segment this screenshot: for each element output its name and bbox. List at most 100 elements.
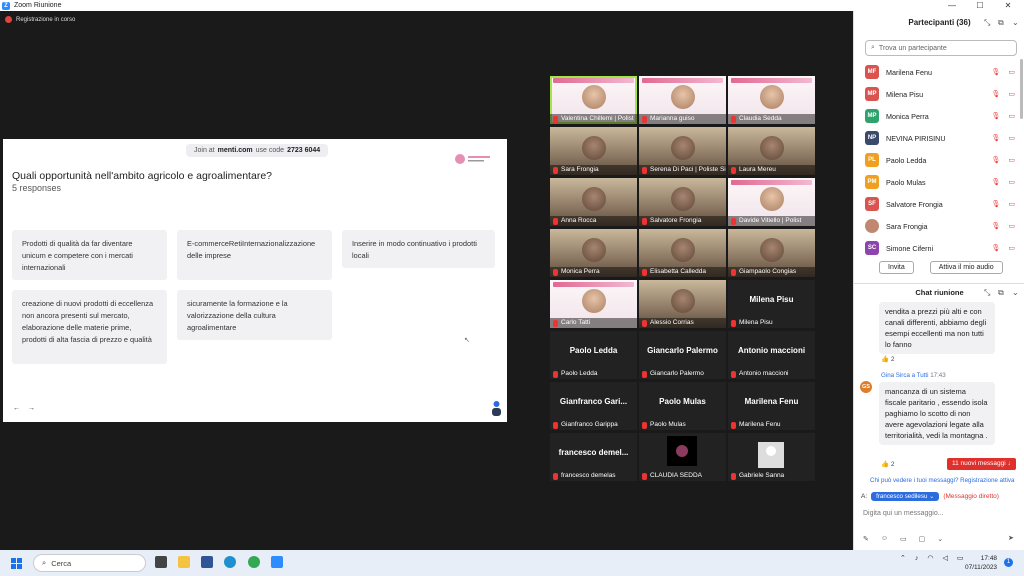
video-tile[interactable]: Carlo Tatti	[550, 280, 637, 328]
video-tile[interactable]: Antonio maccioni Antonio maccioni	[728, 331, 815, 379]
chrome-icon[interactable]	[248, 556, 260, 568]
tile-display-name: Marilena Fenu	[744, 397, 799, 406]
video-off-icon[interactable]: ▭	[1008, 156, 1015, 164]
participant-row[interactable]: PL Paolo Ledda 🎙︎ ▭	[865, 149, 1015, 171]
recording-indicator[interactable]: Registrazione in corso	[5, 16, 75, 23]
taskbar-search[interactable]: ⌕ Cerca	[33, 554, 146, 572]
participants-title: Partecipanti (36)	[908, 18, 971, 27]
video-tile[interactable]: Marianna guiso	[639, 76, 726, 124]
battery-icon[interactable]: ▭	[957, 554, 964, 562]
invite-button[interactable]: Invita	[879, 261, 914, 274]
video-tile[interactable]: CLAUDIA SEDDA	[639, 433, 726, 481]
video-tile[interactable]: Marilena Fenu Marilena Fenu	[728, 382, 815, 430]
new-messages-button[interactable]: 11 nuovi messaggi ↓	[947, 458, 1016, 470]
notification-badge[interactable]: 1	[1004, 558, 1013, 567]
participant-row[interactable]: MF Marilena Fenu 🎙︎ ▭	[865, 61, 1015, 83]
message-sender[interactable]: Gina Sirca a Tutti	[881, 372, 928, 379]
minimize-button[interactable]: —	[938, 0, 966, 11]
mic-off-icon[interactable]: 🎙︎	[991, 156, 1000, 164]
chat-visibility-info[interactable]: Chi può vedere i tuoi messaggi? Registra…	[870, 477, 1014, 484]
mic-off-icon[interactable]: 🎙︎	[991, 222, 1000, 230]
video-tile[interactable]: francesco demel... francesco demelas	[550, 433, 637, 481]
video-tile[interactable]: Gianfranco Gari... Gianfranco Garippa	[550, 382, 637, 430]
participant-row[interactable]: MP Milena Pisu 🎙︎ ▭	[865, 83, 1015, 105]
close-button[interactable]: ✕	[994, 0, 1022, 11]
video-tile[interactable]: Elisabetta Calledda	[639, 229, 726, 277]
video-tile[interactable]: Sara Frongia	[550, 127, 637, 175]
mic-off-icon[interactable]: 🎙︎	[991, 134, 1000, 142]
video-off-icon[interactable]: ▭	[1008, 134, 1015, 142]
video-off-icon[interactable]: ▭	[1008, 200, 1015, 208]
video-tile[interactable]: Milena Pisu Milena Pisu	[728, 280, 815, 328]
video-off-icon[interactable]: ▭	[1008, 90, 1015, 98]
video-tile[interactable]: Giampaolo Congias	[728, 229, 815, 277]
video-tile[interactable]: Laura Mereu	[728, 127, 815, 175]
chat-input[interactable]: Digita qui un messaggio...	[863, 510, 944, 517]
participant-row[interactable]: SF Salvatore Frongia 🎙︎ ▭	[865, 193, 1015, 215]
mic-off-icon[interactable]: 🎙︎	[991, 200, 1000, 208]
format-icon[interactable]: ✎	[863, 535, 869, 543]
windows-start-icon[interactable]	[11, 558, 22, 569]
unmute-button[interactable]: Attiva il mio audio	[929, 261, 1003, 274]
participant-scrollbar[interactable]	[1020, 59, 1023, 119]
store-icon[interactable]	[201, 556, 213, 568]
video-tile[interactable]: Gabriele Sanna	[728, 433, 815, 481]
task-view-icon[interactable]	[155, 556, 167, 568]
more-icon[interactable]: ⌄	[1012, 11, 1019, 35]
popout-icon[interactable]: ⧉	[998, 284, 1004, 302]
mic-off-icon[interactable]: 🎙︎	[991, 244, 1000, 252]
file-explorer-icon[interactable]	[178, 556, 190, 568]
video-off-icon[interactable]: ▭	[1008, 112, 1015, 120]
video-off-icon[interactable]: ▭	[1008, 244, 1015, 252]
prev-slide-button[interactable]: ←	[13, 405, 20, 412]
participant-search-input[interactable]: ⌕ Trova un partecipante	[865, 40, 1017, 56]
video-tile[interactable]: Alessio Corrias	[639, 280, 726, 328]
video-tile[interactable]: Serena Di Paci | Poliste Si	[639, 127, 726, 175]
tile-name-label: Valentina Chillemi | Polist	[550, 114, 637, 124]
collapse-icon[interactable]: ⤡	[984, 11, 990, 35]
video-tile[interactable]: Davide Vitiello | Polist	[728, 178, 815, 226]
recipient-dropdown[interactable]: francesco sedilesu ⌄	[871, 492, 940, 501]
participant-row[interactable]: NP NEVINA PIRISINU 🎙︎ ▭	[865, 127, 1015, 149]
mic-off-icon[interactable]: 🎙︎	[991, 68, 1000, 76]
video-off-icon[interactable]: ▭	[1008, 68, 1015, 76]
send-icon[interactable]: ➤	[1008, 534, 1014, 542]
maximize-button[interactable]: ☐	[966, 0, 994, 11]
taskbar-clock[interactable]: 17:48 07/11/2023	[965, 554, 997, 572]
collapse-icon[interactable]: ⤡	[984, 284, 990, 302]
reaction-badge[interactable]: 👍 2	[881, 460, 895, 468]
video-tile[interactable]: Paolo Ledda Paolo Ledda	[550, 331, 637, 379]
participant-row[interactable]: PM Paolo Mulas 🎙︎ ▭	[865, 171, 1015, 193]
video-off-icon[interactable]: ▭	[1008, 178, 1015, 186]
volume-icon[interactable]: ◁	[942, 554, 947, 562]
mic-off-icon[interactable]: 🎙︎	[991, 178, 1000, 186]
mic-off-icon[interactable]: 🎙︎	[991, 112, 1000, 120]
reaction-badge[interactable]: 👍 2	[881, 355, 895, 363]
video-tile[interactable]: Monica Perra	[550, 229, 637, 277]
edge-icon[interactable]	[224, 556, 236, 568]
mic-off-icon	[553, 268, 558, 276]
video-tile[interactable]: Giancarlo Palermo Giancarlo Palermo	[639, 331, 726, 379]
video-tile[interactable]: Anna Rocca	[550, 178, 637, 226]
video-tile[interactable]: Paolo Mulas Paolo Mulas	[639, 382, 726, 430]
wifi-icon[interactable]: ◠	[927, 554, 933, 562]
chevron-up-icon[interactable]: ⌃	[900, 554, 906, 562]
next-slide-button[interactable]: →	[28, 405, 35, 412]
video-tile[interactable]: Valentina Chillemi | Polist	[550, 76, 637, 124]
file-icon[interactable]: ▢	[919, 535, 926, 543]
screenshot-icon[interactable]: ▭	[900, 535, 907, 543]
mic-off-icon[interactable]: 🎙︎	[991, 90, 1000, 98]
popout-icon[interactable]: ⧉	[998, 11, 1004, 35]
emoji-icon[interactable]: ☺	[881, 535, 888, 543]
microphone-icon[interactable]: ♪	[915, 555, 919, 562]
participant-row[interactable]: Sara Frongia 🎙︎ ▭	[865, 215, 1015, 237]
zoom-taskbar-icon[interactable]	[271, 556, 283, 568]
presenter-icon	[492, 401, 501, 416]
more-icon[interactable]: ⌄	[1012, 284, 1019, 302]
video-tile[interactable]: Claudia Sedda	[728, 76, 815, 124]
more-icon[interactable]: ⌄	[937, 535, 943, 543]
video-off-icon[interactable]: ▭	[1008, 222, 1015, 230]
video-tile[interactable]: Salvatore Frongia	[639, 178, 726, 226]
participant-row[interactable]: MP Monica Perra 🎙︎ ▭	[865, 105, 1015, 127]
participant-row[interactable]: SC Simone Ciferni 🎙︎ ▭	[865, 237, 1015, 259]
